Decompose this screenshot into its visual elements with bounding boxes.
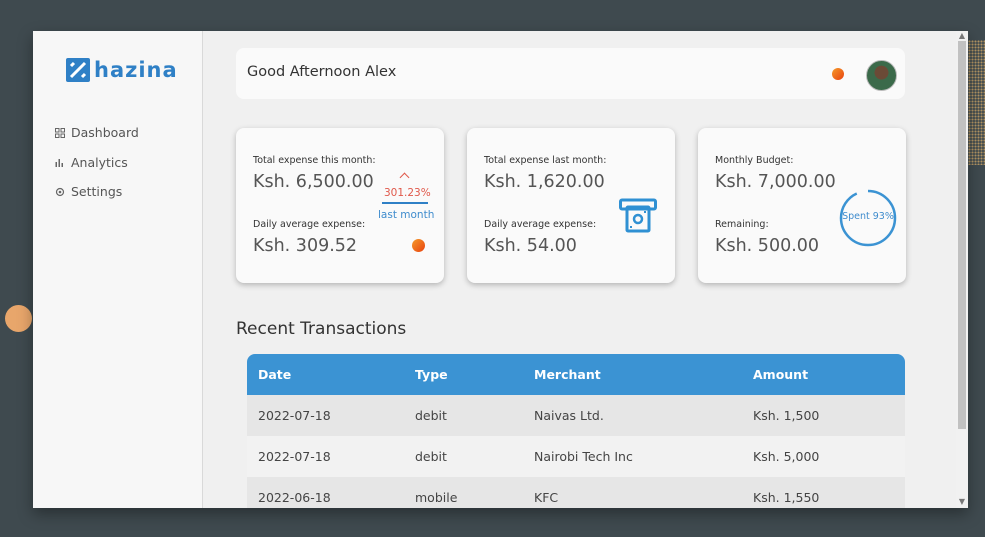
decorative-dot-pattern [968, 40, 985, 165]
remaining-label: Remaining: [715, 219, 769, 230]
column-header-date[interactable]: Date [247, 367, 415, 382]
cell-date: 2022-07-18 [258, 449, 331, 464]
dashboard-icon [55, 127, 65, 138]
cell-type: mobile [415, 490, 458, 505]
cell-merchant: Naivas Ltd. [534, 408, 604, 423]
app-window: hazina Dashboard Analytics Settings Good… [33, 31, 968, 508]
cell-amount: Ksh. 5,000 [753, 449, 820, 464]
sidebar-item-dashboard[interactable]: Dashboard [55, 118, 139, 148]
transactions-table: Date Type Merchant Amount 2022-07-18 deb… [247, 354, 905, 508]
recent-transactions-title: Recent Transactions [236, 319, 407, 339]
scroll-down-icon[interactable]: ▼ [958, 498, 966, 506]
greeting-text: Good Afternoon Alex [247, 64, 397, 80]
expense-last-month-value: Ksh. 1,620.00 [484, 172, 605, 192]
cell-merchant: Nairobi Tech Inc [534, 449, 633, 464]
column-header-type[interactable]: Type [415, 367, 534, 382]
trend-divider [382, 202, 428, 204]
cell-date: 2022-07-18 [258, 408, 331, 423]
logo-mark-icon [66, 58, 90, 82]
budget-spent-text: Spent 93% [842, 211, 894, 222]
column-header-amount[interactable]: Amount [753, 367, 903, 382]
sidebar-item-settings[interactable]: Settings [55, 177, 139, 207]
expense-last-month-label: Total expense last month: [484, 155, 607, 166]
greeting-bar: Good Afternoon Alex [236, 48, 905, 99]
scroll-thumb[interactable] [958, 41, 966, 429]
cell-amount: Ksh. 1,550 [753, 490, 820, 505]
daily-average-label: Daily average expense: [253, 219, 366, 230]
logo[interactable]: hazina [66, 58, 178, 82]
sidebar-item-analytics[interactable]: Analytics [55, 148, 139, 178]
cell-type: debit [415, 408, 447, 423]
trend-up-icon [399, 172, 410, 183]
cell-amount: Ksh. 1,500 [753, 408, 820, 423]
expense-last-month-card: Total expense last month: Ksh. 1,620.00 … [467, 128, 675, 283]
orange-dot-icon [412, 239, 425, 252]
table-row[interactable]: 2022-07-18 debit Naivas Ltd. Ksh. 1,500 [247, 395, 905, 436]
sidebar: hazina Dashboard Analytics Settings [33, 31, 203, 508]
expense-this-month-card: Total expense this month: Ksh. 6,500.00 … [236, 128, 444, 283]
table-header: Date Type Merchant Amount [247, 354, 905, 395]
settings-icon [55, 187, 65, 197]
sidebar-item-label: Dashboard [71, 125, 139, 141]
monthly-budget-label: Monthly Budget: [715, 155, 794, 166]
column-header-merchant[interactable]: Merchant [534, 367, 753, 382]
scroll-up-icon[interactable]: ▲ [958, 32, 966, 40]
cell-merchant: KFC [534, 490, 559, 505]
notification-dot-icon[interactable] [832, 68, 844, 80]
logo-text: hazina [94, 58, 178, 82]
daily-average-value: Ksh. 54.00 [484, 236, 577, 256]
decorative-orange-circle [5, 305, 32, 332]
sidebar-nav: Dashboard Analytics Settings [55, 118, 139, 207]
vertical-scrollbar[interactable]: ▲ ▼ [956, 31, 968, 508]
monthly-budget-value: Ksh. 7,000.00 [715, 172, 836, 192]
expense-this-month-value: Ksh. 6,500.00 [253, 172, 374, 192]
table-row[interactable]: 2022-06-18 mobile KFC Ksh. 1,550 [247, 477, 905, 508]
cell-type: debit [415, 449, 447, 464]
analytics-icon [55, 157, 65, 168]
remaining-value: Ksh. 500.00 [715, 236, 820, 256]
avatar[interactable] [866, 60, 897, 91]
main-content: Good Afternoon Alex Total expense this m… [202, 31, 968, 508]
sidebar-item-label: Analytics [71, 154, 128, 170]
table-row[interactable]: 2022-07-18 debit Nairobi Tech Inc Ksh. 5… [247, 436, 905, 477]
monthly-budget-card: Monthly Budget: Ksh. 7,000.00 Remaining:… [698, 128, 906, 283]
trend-percent: 301.23% [384, 187, 431, 199]
trend-label: last month [378, 209, 435, 221]
expense-this-month-label: Total expense this month: [253, 155, 376, 166]
daily-average-value: Ksh. 309.52 [253, 236, 358, 256]
atm-icon [619, 198, 657, 238]
cell-date: 2022-06-18 [258, 490, 331, 505]
sidebar-item-label: Settings [71, 184, 123, 200]
daily-average-label: Daily average expense: [484, 219, 597, 230]
